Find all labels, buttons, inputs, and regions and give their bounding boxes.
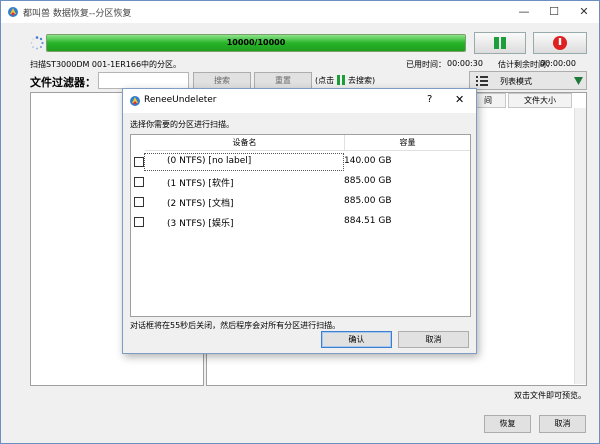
app-logo-icon: [8, 7, 18, 17]
pause-button[interactable]: [474, 32, 526, 54]
title-bar: 都叫兽 数据恢复--分区恢复 — ☐ ✕: [1, 1, 599, 23]
partition-row[interactable]: (0 NTFS) [no label] 140.00 GB: [131, 152, 470, 172]
partition-capacity: 884.51 GB: [344, 216, 392, 226]
partition-row[interactable]: (1 NTFS) [软件] 885.00 GB: [131, 172, 470, 192]
main-cancel-button[interactable]: 取消: [539, 415, 586, 433]
file-list-scrollbar[interactable]: [574, 108, 586, 384]
partition-name: (2 NTFS) [文档]: [167, 199, 234, 209]
maximize-button[interactable]: ☐: [539, 2, 569, 24]
partition-name: (1 NTFS) [软件]: [167, 179, 234, 189]
dialog-title-bar: ReneeUndeleter ? ✕: [123, 89, 476, 113]
dialog-auto-close-note: 对话框将在55秒后关闭，然后程序会对所有分区进行扫描。: [130, 321, 341, 330]
reset-button[interactable]: 重置: [254, 72, 312, 89]
preview-hint-text: 双击文件即可预览。: [514, 391, 586, 400]
partition-checkbox[interactable]: [134, 177, 144, 187]
recover-button[interactable]: 恢复: [484, 415, 531, 433]
elapsed-time-label: 已用时间：: [406, 60, 446, 69]
file-filter-label: 文件过滤器：: [30, 76, 96, 89]
scan-status-text: 扫描ST3000DM 001-1ER166中的分区。: [30, 60, 182, 69]
dialog-ok-button[interactable]: 确认: [321, 331, 392, 348]
dialog-title: ReneeUndeleter: [144, 95, 217, 105]
column-header-device[interactable]: 设备名: [145, 135, 345, 151]
search-button[interactable]: 搜索: [193, 72, 251, 89]
partition-capacity: 885.00 GB: [344, 196, 392, 206]
chevron-down-icon: [574, 77, 583, 85]
view-mode-label: 列表模式: [500, 77, 532, 86]
partition-checkbox[interactable]: [134, 217, 144, 227]
partition-capacity: 885.00 GB: [344, 176, 392, 186]
scan-progress-bar: 10000/10000: [46, 34, 466, 52]
partition-select-dialog: ReneeUndeleter ? ✕ 选择你需要的分区进行扫描。 设备名 容量 …: [122, 88, 477, 354]
spinner-icon: [30, 36, 44, 50]
column-header-file-size[interactable]: 文件大小: [508, 93, 572, 108]
partition-checkbox[interactable]: [134, 197, 144, 207]
scan-progress-label: 10000/10000: [226, 38, 286, 47]
dialog-cancel-button[interactable]: 取消: [398, 331, 469, 348]
dialog-help-button[interactable]: ?: [427, 94, 432, 105]
pause-icon: [494, 37, 506, 49]
stop-icon: [553, 36, 567, 50]
dialog-prompt: 选择你需要的分区进行扫描。: [130, 120, 234, 129]
stop-button[interactable]: [533, 32, 587, 54]
partition-row[interactable]: (3 NTFS) [娱乐] 884.51 GB: [131, 212, 470, 232]
dialog-app-icon: [130, 96, 140, 106]
minimize-button[interactable]: —: [509, 2, 539, 24]
partition-row[interactable]: (2 NTFS) [文档] 885.00 GB: [131, 192, 470, 212]
pause-hint-icon: [337, 75, 345, 85]
elapsed-time-value: 00:00:30: [447, 59, 483, 68]
search-hint-prefix: (点击: [315, 76, 335, 85]
file-filter-input[interactable]: [98, 72, 189, 89]
search-hint-suffix: 去搜索): [348, 76, 376, 85]
partition-checkbox[interactable]: [134, 157, 144, 167]
partition-name: (3 NTFS) [娱乐]: [167, 219, 234, 229]
view-mode-dropdown[interactable]: 列表模式: [469, 71, 587, 90]
partition-capacity: 140.00 GB: [344, 156, 392, 166]
close-button[interactable]: ✕: [569, 2, 599, 24]
dialog-close-button[interactable]: ✕: [455, 93, 464, 106]
remaining-time-value: 00:00:00: [540, 59, 576, 68]
partition-list[interactable]: 设备名 容量 (0 NTFS) [no label] 140.00 GB (1 …: [130, 134, 471, 317]
column-header-capacity[interactable]: 容量: [345, 135, 470, 151]
list-view-icon: [476, 76, 488, 86]
partition-name: (0 NTFS) [no label]: [167, 156, 252, 166]
window-title: 都叫兽 数据恢复--分区恢复: [23, 9, 132, 19]
